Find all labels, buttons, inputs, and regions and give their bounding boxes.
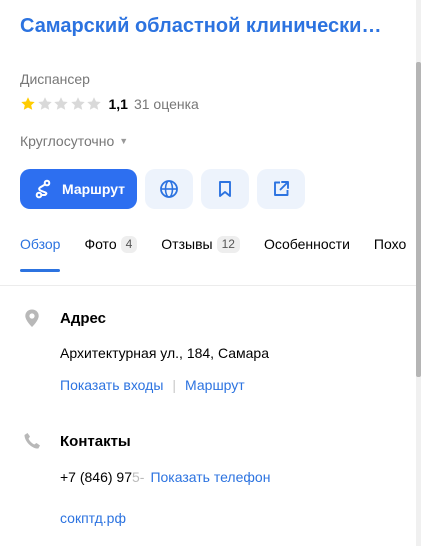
contacts-heading: Контакты [60, 433, 131, 450]
star-empty-icon [54, 97, 68, 110]
location-pin-icon [25, 309, 39, 327]
address-heading: Адрес [60, 310, 107, 327]
share-icon [274, 181, 289, 196]
rating-value: 1,1 [108, 96, 128, 112]
share-button[interactable] [257, 169, 306, 209]
show-phone-link[interactable]: Показать телефон [150, 469, 270, 485]
show-entrances-link[interactable]: Показать входы [60, 377, 163, 393]
phone-row: +7 (846) 97 5- Показать телефон [60, 469, 270, 485]
rating-count[interactable]: 31 оценка [134, 96, 199, 112]
scrollbar-thumb[interactable] [416, 62, 421, 377]
bookmark-button[interactable] [201, 169, 250, 209]
place-card: Самарский областной клинический… Диспанс… [0, 0, 416, 546]
route-icon [35, 179, 51, 199]
link-separator: | [172, 377, 177, 393]
tab-reviews[interactable]: Отзывы 12 [161, 236, 240, 272]
working-hours[interactable]: Круглосуточно ▼ [20, 133, 128, 149]
tab-count-badge: 12 [216, 236, 240, 253]
place-category: Диспансер [20, 71, 90, 87]
phone-icon [24, 433, 40, 449]
chevron-down-icon: ▼ [119, 136, 129, 146]
tab-label: Фото [84, 236, 117, 252]
tab-label: Особенности [263, 236, 350, 252]
route-button-label: Маршрут [62, 181, 126, 197]
star-filled-icon [21, 97, 35, 110]
place-title[interactable]: Самарский областной клинический… [20, 12, 385, 40]
rating-row[interactable]: 1,1 31 оценка [20, 95, 199, 113]
phone-number: +7 (846) 97 [60, 469, 132, 485]
tab-features[interactable]: Особенности [264, 236, 350, 272]
address-links: Показать входы | Маршрут [60, 377, 245, 393]
tab-label: Похо [373, 236, 407, 252]
globe-icon [160, 180, 178, 198]
bookmark-icon [219, 181, 231, 197]
tab-count-badge: 4 [120, 236, 138, 253]
divider [0, 285, 416, 286]
website-link[interactable]: сокптд.рф [60, 510, 126, 526]
star-empty-icon [70, 97, 85, 110]
star-empty-icon [37, 97, 52, 110]
tab-overview[interactable]: Обзор [20, 236, 61, 272]
action-buttons: Маршрут [20, 169, 306, 209]
website-button[interactable] [145, 169, 194, 209]
star-empty-icon [87, 97, 101, 110]
route-button[interactable]: Маршрут [20, 169, 138, 209]
rating-stars [20, 96, 103, 112]
address-text[interactable]: Архитектурная ул., 184, Самара [60, 345, 269, 361]
hours-label: Круглосуточно [20, 133, 115, 149]
phone-number-hidden: 5- [132, 469, 145, 485]
scrollbar[interactable] [416, 0, 421, 546]
tab-label: Обзор [20, 236, 61, 252]
route-link[interactable]: Маршрут [185, 377, 245, 393]
tab-label: Отзывы [161, 236, 213, 252]
tabs-bar: Обзор Фото 4 Отзывы 12 Особенности Похо [20, 236, 421, 272]
tab-similar[interactable]: Похо [374, 236, 406, 272]
tab-photos[interactable]: Фото 4 [84, 236, 138, 272]
